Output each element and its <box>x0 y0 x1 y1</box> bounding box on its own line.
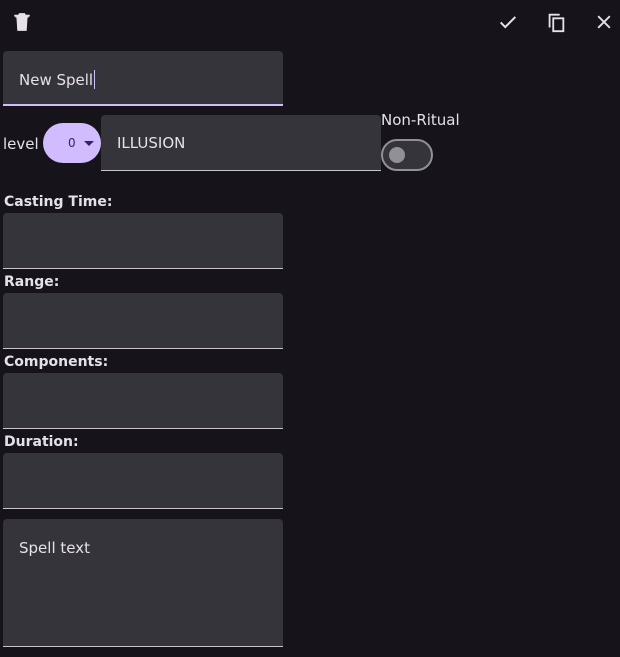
copy-icon[interactable] <box>544 10 568 34</box>
level-label: level <box>3 135 39 153</box>
school-value: ILLUSION <box>117 134 186 152</box>
toggle-thumb <box>389 147 405 163</box>
trash-icon[interactable] <box>10 10 34 34</box>
level-selected-value: 0 <box>68 136 76 150</box>
components-label: Components: <box>4 354 109 370</box>
ritual-toggle[interactable] <box>381 139 433 171</box>
spell-name-field[interactable]: New Spell <box>3 51 283 106</box>
range-field[interactable] <box>3 293 283 349</box>
dropdown-arrow-icon <box>84 141 94 146</box>
duration-field[interactable] <box>3 453 283 509</box>
duration-label: Duration: <box>4 434 79 450</box>
spell-text-field[interactable]: Spell text <box>3 519 283 647</box>
range-label: Range: <box>4 274 60 290</box>
spell-text-placeholder: Spell text <box>19 539 90 557</box>
spell-name-value: New Spell <box>19 70 96 89</box>
ritual-label: Non-Ritual <box>381 111 460 129</box>
close-icon[interactable] <box>592 10 616 34</box>
casting-time-label: Casting Time: <box>4 194 113 210</box>
components-field[interactable] <box>3 373 283 429</box>
casting-time-field[interactable] <box>3 213 283 269</box>
school-field[interactable]: ILLUSION <box>101 115 381 171</box>
level-dropdown[interactable]: 0 <box>43 123 101 163</box>
checkmark-icon[interactable] <box>496 10 520 34</box>
text-cursor <box>94 70 96 89</box>
spell-editor: New Spell level 0 ILLUSION Non-Ritual Ca… <box>0 0 620 657</box>
